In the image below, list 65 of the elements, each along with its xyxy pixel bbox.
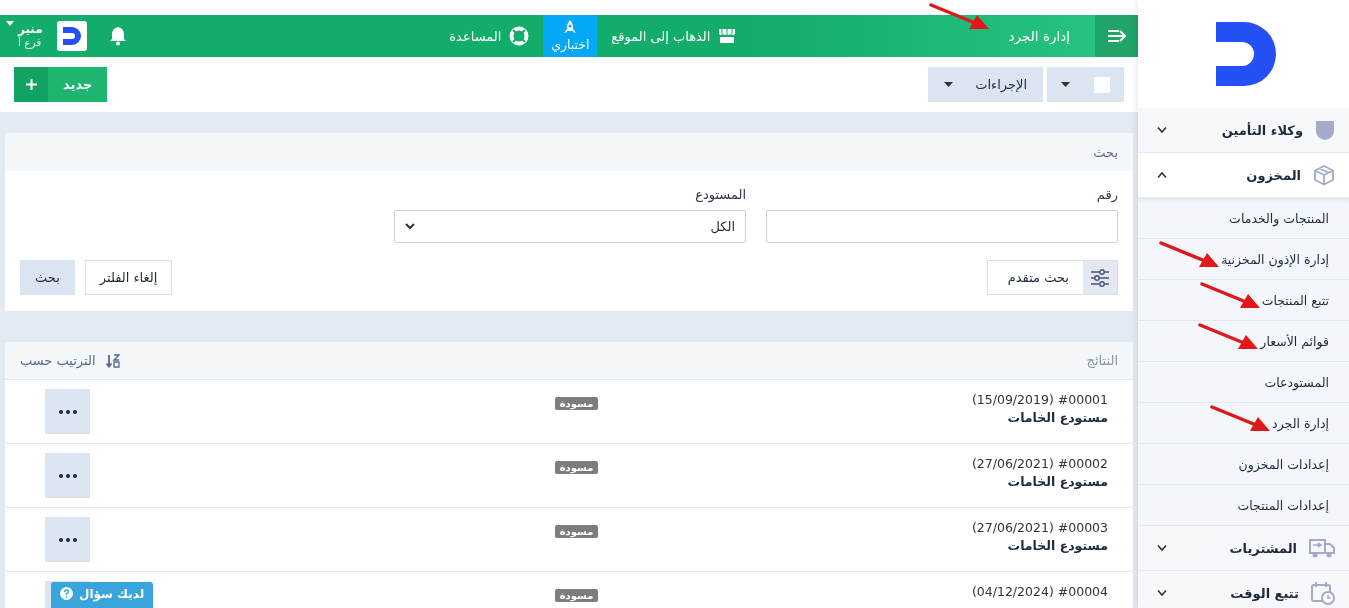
sidebar-subitem[interactable]: المستودعات [1264,374,1329,390]
results-title: النتائج [1086,353,1118,368]
sidebar-item[interactable]: تتبع الوقت [1138,571,1349,608]
select-all-dropdown[interactable] [1047,67,1124,102]
sort-icon [105,353,120,368]
chevron-down-icon [1156,126,1168,134]
question-icon [60,587,73,600]
status-badge: مسودة [554,589,599,602]
more-button[interactable] [45,517,90,562]
clear-filter-button[interactable]: إلغاء الفلتر [84,260,173,295]
chevron-up-icon [1156,171,1168,179]
caret-icon [6,21,14,27]
ellipsis-icon [58,537,77,542]
actions-dropdown[interactable]: الإجراءات [928,67,1043,102]
status-badge: مسودة [554,525,599,538]
lifebuoy-icon [509,26,530,46]
input-field[interactable] [766,210,1118,243]
record-number: #00004 (04/12/2024) [971,584,1108,599]
company-logo-icon [56,21,87,51]
sidebar-subitem[interactable]: إدارة الإذون المخزنية [1221,251,1329,267]
sidebar-item[interactable]: المشتريات [1138,526,1349,571]
plus-icon [25,79,37,90]
more-button[interactable] [45,389,90,434]
store-icon [718,28,737,44]
caret-icon [1061,82,1070,87]
menu-arrow-icon [1106,29,1127,43]
more-button[interactable] [45,453,90,498]
sort-button[interactable]: الترتيب حسب [20,353,120,368]
sidebar-item[interactable]: وكلاء التأمين [1138,108,1349,153]
advanced-search-button[interactable]: بحث متقدم [986,260,1118,295]
ellipsis-icon [58,409,77,414]
calendar-clock-icon [1311,581,1335,605]
search-button[interactable]: بحث [20,260,75,295]
field-label: رقم [1095,187,1118,202]
rocket-icon [564,20,577,36]
warehouse-select[interactable]: الكل [394,210,746,243]
box-icon [1313,164,1335,186]
chevron-down-icon [1156,544,1168,552]
checkbox[interactable] [1094,76,1110,93]
page-title: إدارة الجرد [1008,28,1070,44]
status-badge: مسودة [554,397,599,410]
bell-icon [108,26,127,46]
status-badge: مسودة [554,461,599,474]
warehouse-name[interactable]: مستودع الخامات [1007,538,1108,553]
warehouse-name[interactable]: مستودع الخامات [1007,410,1108,425]
chevron-down-icon [1156,589,1168,597]
caret-icon [944,82,954,87]
warehouse-name[interactable]: مستودع الخامات [1007,474,1108,489]
record-number: #00002 (27/06/2021) [971,456,1108,471]
record-number: #00001 (15/09/2019) [971,392,1108,407]
sidebar-subitem[interactable]: إعدادات المنتجات [1237,497,1329,513]
panel-title: بحث [1093,144,1118,160]
sidebar-subitem[interactable]: المنتجات والخدمات [1229,210,1329,226]
sidebar-subitem[interactable]: تتبع المنتجات [1261,292,1329,308]
sidebar-subitem[interactable]: قوائم الأسعار [1260,333,1329,349]
sidebar-toggle-button[interactable] [1095,15,1138,57]
sliders-icon [1090,268,1110,287]
field-label: المستودع [694,187,746,202]
record-number: #00003 (27/06/2021) [971,520,1108,535]
sidebar-subitem[interactable]: إعدادات المخزون [1238,456,1329,472]
chevron-down-icon [405,223,415,230]
shield-icon [1315,119,1335,141]
sidebar-subitem[interactable]: إدارة الجرد [1272,415,1329,431]
truck-icon [1309,537,1335,559]
ellipsis-icon [58,473,77,478]
